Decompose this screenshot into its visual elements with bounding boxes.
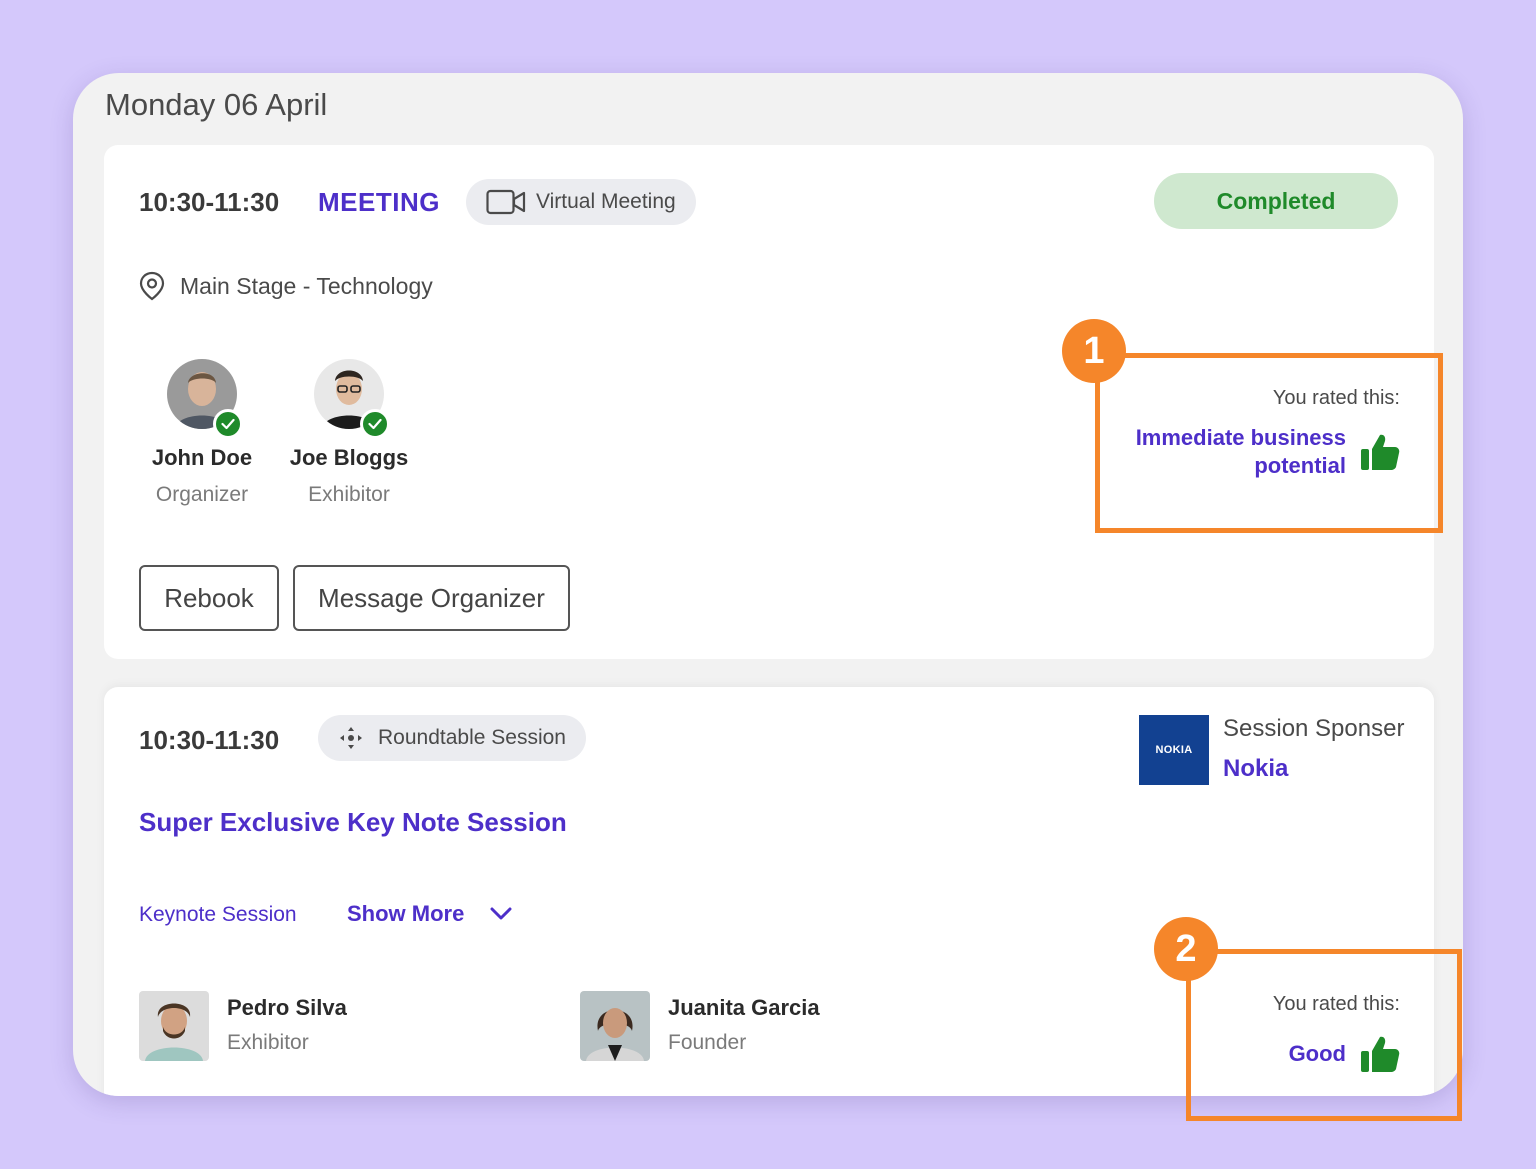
nokia-logo: NOKIA <box>1139 715 1209 785</box>
speaker-pedro-silva[interactable]: Pedro Silva Exhibitor <box>139 991 347 1061</box>
sponsor-label: Session Sponser <box>1223 715 1405 742</box>
speaker-photo <box>580 991 650 1061</box>
keynote-session-link[interactable]: Keynote Session <box>139 903 297 927</box>
attendee-role: Organizer <box>155 483 249 506</box>
agenda-panel: Monday 06 April 10:30-11:30 MEETING Virt… <box>73 73 1463 1096</box>
virtual-meeting-label: Virtual Meeting <box>536 190 676 213</box>
roundtable-session-pill: Roundtable Session <box>318 715 586 761</box>
location-pin-icon <box>139 271 165 301</box>
chevron-down-icon <box>490 907 512 920</box>
checkmark-icon <box>213 409 243 439</box>
location-label: Main Stage - Technology <box>180 272 433 299</box>
sponsor-name[interactable]: Nokia <box>1223 755 1404 783</box>
annotation-badge-1: 1 <box>1062 319 1126 383</box>
highlight-box-1 <box>1095 353 1443 533</box>
speaker-name: Pedro Silva <box>227 995 347 1020</box>
meeting-time: 10:30-11:30 <box>139 187 280 217</box>
rebook-button[interactable]: Rebook <box>139 565 279 631</box>
attendee-name: Joe Bloggs <box>289 445 409 470</box>
show-more-button[interactable]: Show More <box>347 901 512 927</box>
session-sponsor[interactable]: NOKIA Session Sponser Nokia <box>1139 715 1404 785</box>
speaker-juanita-garcia[interactable]: Juanita Garcia Founder <box>580 991 820 1061</box>
roundtable-session-label: Roundtable Session <box>378 726 566 749</box>
session-title[interactable]: Super Exclusive Key Note Session <box>139 807 567 838</box>
attendee-joe-bloggs[interactable]: Joe Bloggs Exhibitor <box>269 359 429 507</box>
speaker-name: Juanita Garcia <box>668 995 820 1020</box>
speaker-role: Founder <box>668 1031 747 1054</box>
speaker-photo <box>139 991 209 1061</box>
annotation-badge-2: 2 <box>1154 917 1218 981</box>
meeting-type-label: MEETING <box>318 187 440 217</box>
attendee-name: John Doe <box>151 445 253 470</box>
show-more-label: Show More <box>347 901 465 926</box>
attendee-john-doe[interactable]: John Doe Organizer <box>122 359 282 507</box>
attendee-role: Exhibitor <box>308 483 390 506</box>
highlight-box-2 <box>1186 949 1462 1121</box>
message-organizer-button[interactable]: Message Organizer <box>293 565 570 631</box>
session-time: 10:30-11:30 <box>139 725 280 755</box>
date-header: Monday 06 April <box>105 87 328 122</box>
move-arrows-icon <box>340 727 362 749</box>
virtual-meeting-pill: Virtual Meeting <box>466 179 696 225</box>
meeting-location: Main Stage - Technology <box>138 271 433 301</box>
video-camera-icon <box>486 189 526 215</box>
checkmark-icon <box>360 409 390 439</box>
status-badge: Completed <box>1154 173 1398 229</box>
speaker-role: Exhibitor <box>227 1031 309 1054</box>
